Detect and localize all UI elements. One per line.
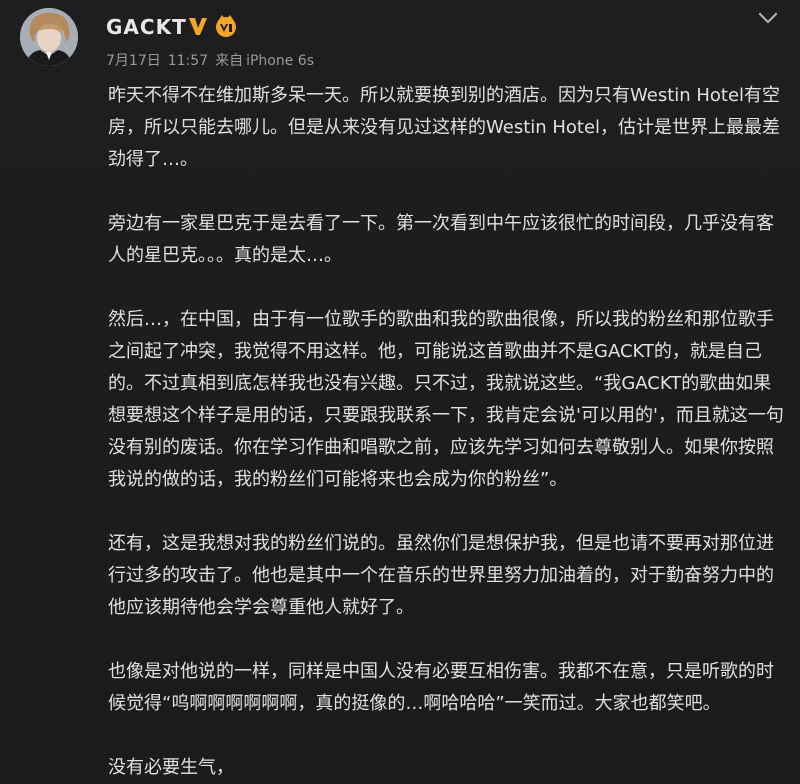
post-meta: 7月17日 11:57 来自 iPhone 6s <box>106 50 321 70</box>
weibo-post-card: GACKT 7月17日 11:57 来自 iPhone 6s 昨天不得不在维加斯多呆一… <box>0 0 800 778</box>
vip-crown-icon[interactable] <box>214 12 238 38</box>
post-paragraph-2: 旁边有一家星巴克于是去看了一下。第一次看到中午应该很忙的时间段，几乎没有客人的星… <box>108 213 774 266</box>
post-source-device[interactable]: iPhone 6s <box>246 53 314 69</box>
post-source-prefix: 来自 <box>215 53 244 69</box>
avatar[interactable] <box>20 8 78 66</box>
post-paragraph-6: 没有必要生气， <box>108 757 234 778</box>
username[interactable]: GACKT <box>106 15 187 39</box>
post-paragraph-3: 然后…，在中国，由于有一位歌手的歌曲和我的歌曲很像，所以我的粉丝和那位歌手之间起… <box>108 309 784 490</box>
post-paragraph-1: 昨天不得不在维加斯多呆一天。所以就要换到别的酒店。因为只有Westin Hote… <box>108 85 781 170</box>
post-time: 11:57 <box>167 53 209 69</box>
verified-v-icon <box>189 18 207 35</box>
post-date: 7月17日 <box>106 53 161 69</box>
chevron-down-icon[interactable] <box>756 10 780 28</box>
post-paragraph-5: 也像是对他说的一样，同样是中国人没有必要互相伤害。我都不在意，只是听歌的时候觉得… <box>108 661 774 714</box>
avatar-image <box>20 8 78 66</box>
post-body: 昨天不得不在维加斯多呆一天。所以就要换到别的酒店。因为只有Westin Hote… <box>108 80 784 784</box>
post-paragraph-4: 还有，这是我想对我的粉丝们说的。虽然你们是想保护我，但是也请不要再对那位进行过多… <box>108 533 774 618</box>
